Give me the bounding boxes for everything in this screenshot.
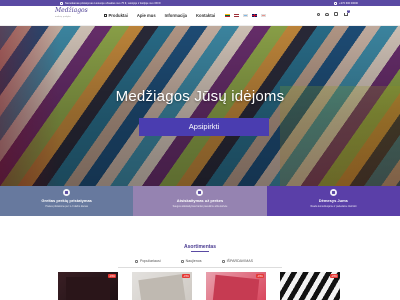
- nav-item-contacts[interactable]: Kontaktai: [196, 13, 215, 18]
- phone-contact[interactable]: +370 600 00000: [334, 1, 358, 5]
- flag-lt-icon[interactable]: [225, 13, 231, 18]
- header-tools: 0: [316, 9, 350, 17]
- product-image[interactable]: [138, 274, 186, 300]
- logo-subtitle: audinių prekyba: [55, 16, 71, 18]
- product-card[interactable]: -15%: [58, 272, 118, 300]
- sale-badge: -15%: [330, 274, 338, 279]
- wishlist-button[interactable]: [334, 12, 339, 17]
- sale-badge: -15%: [256, 274, 264, 279]
- product-image[interactable]: [66, 277, 110, 300]
- user-icon[interactable]: [325, 12, 329, 17]
- site-logo[interactable]: Medžiagos audinių prekyba: [55, 8, 88, 20]
- tab-popular[interactable]: Populiariausi: [135, 259, 161, 263]
- box-icon: [63, 189, 71, 196]
- assortment-tabs: Populiariausi Naujienos IŠPARDAVIMAS: [135, 259, 253, 263]
- feature-payment: Atsiskaitymas už prekes Saugus atsiskait…: [133, 186, 267, 216]
- hero-overlay: [0, 26, 400, 186]
- site-header: Medžiagos audinių prekyba Produktai Apie…: [0, 6, 400, 26]
- nav-item-info[interactable]: Informacija: [165, 13, 187, 18]
- feature-desc: Prekes pristatome per 1–3 darbo dienas: [45, 204, 88, 208]
- shipping-message: Nemokamas pristatymas Lietuvoje užsakius…: [60, 1, 161, 5]
- phone-icon: [334, 1, 338, 5]
- phone-number[interactable]: +370 600 00000: [339, 2, 358, 5]
- nav-item-label[interactable]: Produktai: [109, 13, 128, 18]
- tab-new[interactable]: Naujienos: [180, 259, 202, 263]
- tab-label[interactable]: Populiariausi: [140, 259, 161, 263]
- feature-strip: Greitas prekių pristatymas Prekes prista…: [0, 186, 400, 216]
- flag-lv-icon[interactable]: [234, 13, 240, 18]
- nav-item-about[interactable]: Apie mus: [137, 13, 156, 18]
- main-nav: Produktai Apie mus Informacija Kontaktai: [104, 6, 267, 25]
- product-card[interactable]: -15%: [132, 272, 192, 300]
- feature-title: Atsiskaitymas už prekes: [176, 198, 224, 203]
- product-card[interactable]: -15%: [280, 272, 340, 300]
- product-list: -15% -15% -15% -15%: [58, 272, 340, 300]
- language-flags: [225, 13, 267, 18]
- feature-desc: Saugus atsiskaitymas banko pavedimu arba…: [172, 204, 228, 208]
- feature-desc: Visada konsultuojame ir padedame išsirin…: [310, 204, 357, 208]
- nav-item-products[interactable]: Produktai: [104, 13, 128, 18]
- title-underline: [191, 251, 209, 252]
- sale-badge: -15%: [108, 274, 116, 279]
- star-icon: [135, 259, 138, 263]
- feature-attention: Dėmesys Jums Visada konsultuojame ir pad…: [266, 186, 400, 216]
- product-card[interactable]: -15%: [206, 272, 266, 300]
- feature-title: Greitas prekių pristatymas: [41, 198, 92, 203]
- feature-delivery: Greitas prekių pristatymas Prekes prista…: [0, 186, 134, 216]
- cart-count-badge: 0: [346, 9, 350, 13]
- flag-ru-icon[interactable]: [261, 13, 267, 18]
- tag-icon: [221, 259, 225, 263]
- feature-title: Dėmesys Jums: [318, 198, 348, 203]
- new-icon: [180, 259, 184, 263]
- tab-sale[interactable]: IŠPARDAVIMAS: [221, 259, 253, 263]
- search-icon[interactable]: [316, 12, 321, 17]
- cart-icon[interactable]: 0: [344, 9, 350, 17]
- hero-banner: Medžiagos Jūsų idėjoms Apsipirkti: [0, 26, 400, 186]
- sale-badge: -15%: [182, 274, 190, 279]
- tab-label[interactable]: IŠPARDAVIMAS: [227, 259, 253, 263]
- eye-icon: [329, 189, 337, 196]
- shipping-message-text: Nemokamas pristatymas Lietuvoje užsakius…: [65, 1, 161, 5]
- flag-ee-icon[interactable]: [243, 13, 249, 18]
- shop-now-button[interactable]: Apsipirkti: [139, 118, 269, 136]
- heart-icon: [334, 12, 338, 16]
- truck-icon: [60, 1, 63, 5]
- tab-label[interactable]: Naujienos: [186, 259, 202, 263]
- tabs-divider: [118, 267, 282, 268]
- grid-icon: [104, 14, 107, 18]
- flag-gb-icon[interactable]: [252, 13, 258, 18]
- product-image[interactable]: [212, 274, 260, 300]
- hero-title: Medžiagos Jūsų idėjoms: [115, 88, 285, 105]
- assortment-title: Asortimentas: [184, 244, 216, 250]
- card-icon: [196, 189, 204, 196]
- logo-text[interactable]: Medžiagos: [55, 7, 88, 14]
